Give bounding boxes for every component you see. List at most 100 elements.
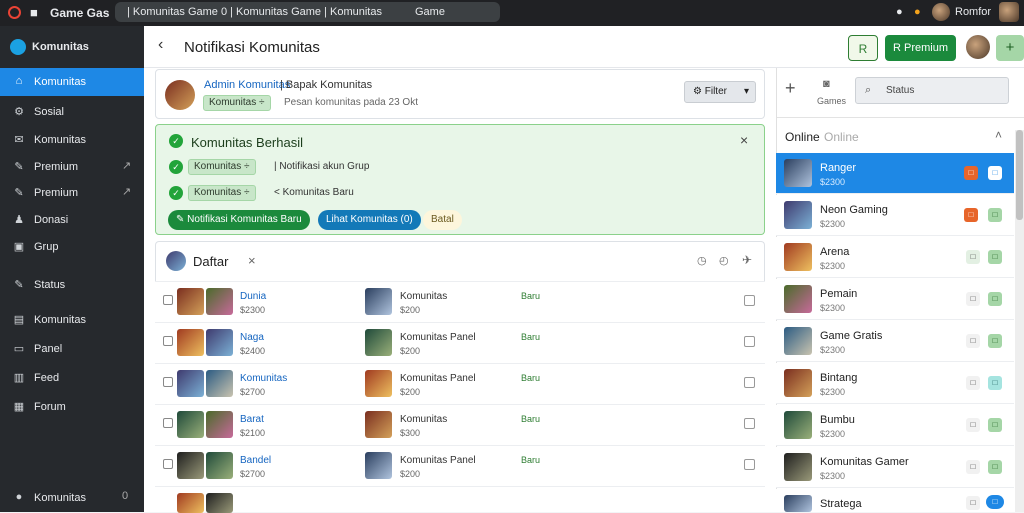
- profile-avatar[interactable]: [165, 80, 195, 110]
- profile-name[interactable]: Admin Komunitas: [204, 79, 290, 91]
- sidebar-item-grup[interactable]: ▣ Grup: [0, 233, 144, 261]
- close-icon[interactable]: ×: [248, 253, 256, 268]
- add-button[interactable]: +: [996, 35, 1024, 61]
- profile-tag[interactable]: Komunitas ÷: [203, 95, 271, 111]
- sidebar-item-status[interactable]: ✎ Status: [0, 271, 144, 299]
- player-sub: $2300: [820, 429, 846, 439]
- badge-light[interactable]: □: [966, 334, 980, 348]
- games-label[interactable]: Games: [817, 96, 846, 106]
- view-community-button[interactable]: Lihat Komunitas (0): [318, 210, 421, 230]
- player-name: Ranger: [820, 162, 857, 174]
- premium-button[interactable]: R Premium: [885, 35, 957, 61]
- pin-icon[interactable]: ✈: [742, 253, 752, 267]
- row-name[interactable]: Bandel: [240, 455, 271, 466]
- row-name[interactable]: Komunitas: [240, 373, 287, 384]
- badge-green[interactable]: □: [988, 460, 1002, 474]
- sidebar-header[interactable]: Komunitas: [10, 39, 89, 55]
- badge-light[interactable]: □: [966, 418, 980, 432]
- table-row[interactable]: Bandel $2700 Komunitas Panel $200 Baru: [155, 445, 765, 486]
- account-avatar[interactable]: [999, 2, 1019, 22]
- row-checkbox[interactable]: [163, 418, 173, 428]
- controller-icon[interactable]: ◙: [823, 78, 830, 90]
- search-input[interactable]: ⌕ Status: [855, 77, 1009, 104]
- badge-light[interactable]: □: [966, 250, 980, 264]
- badge-orange[interactable]: □: [964, 208, 978, 222]
- row-checkbox[interactable]: [163, 459, 173, 469]
- sidebar-item-feed[interactable]: ▥ Feed: [0, 364, 144, 392]
- table-row-partial[interactable]: [155, 486, 765, 513]
- player-item-partial[interactable]: Stratega □ □: [776, 489, 1014, 512]
- player-thumbnail: [365, 329, 392, 356]
- player-item[interactable]: Pemain $2300 □ □: [776, 279, 1014, 320]
- row-select-box[interactable]: [744, 295, 755, 306]
- cancel-button[interactable]: Batal: [423, 210, 462, 230]
- user-avatar[interactable]: [932, 3, 950, 21]
- badge-green[interactable]: □: [988, 292, 1002, 306]
- row-name[interactable]: Naga: [240, 332, 264, 343]
- player-item[interactable]: Komunitas Gamer $2300 □ □: [776, 447, 1014, 488]
- tab-online-2[interactable]: Online: [824, 130, 859, 144]
- sidebar-item-sosial[interactable]: ⚙ Sosial: [0, 98, 144, 126]
- badge-blue[interactable]: □: [986, 495, 1004, 509]
- back-arrow-icon[interactable]: ‹: [158, 36, 163, 54]
- filter-dropdown[interactable]: ⚙ Filter ▾: [684, 81, 756, 103]
- badge-light[interactable]: □: [966, 376, 980, 390]
- row-select-box[interactable]: [744, 377, 755, 388]
- bell-icon[interactable]: ●: [896, 6, 903, 18]
- sidebar-item-komunitas[interactable]: ⌂ Komunitas: [0, 68, 144, 96]
- badge-orange[interactable]: □: [964, 166, 978, 180]
- badge-light[interactable]: □: [966, 292, 980, 306]
- user-name[interactable]: Romfor: [955, 6, 991, 18]
- sidebar-item-premium[interactable]: ✎ Premium ↗: [0, 153, 144, 181]
- row-name[interactable]: Barat: [240, 414, 264, 425]
- sidebar-item-komunitas-3[interactable]: ▤ Komunitas: [0, 306, 144, 334]
- badge-light[interactable]: □: [966, 496, 980, 510]
- tab-online[interactable]: Online: [785, 130, 820, 144]
- badge-green[interactable]: □: [988, 334, 1002, 348]
- badge-light[interactable]: □: [966, 460, 980, 474]
- history-icon[interactable]: ◴: [719, 254, 729, 267]
- player-item[interactable]: Neon Gaming $2300 □ □: [776, 195, 1014, 236]
- player-item[interactable]: Game Gratis $2300 □ □: [776, 321, 1014, 362]
- sidebar-item-forum[interactable]: ▦ Forum: [0, 393, 144, 421]
- success-pill-2[interactable]: Komunitas ÷: [188, 185, 256, 201]
- sidebar-item-donasi[interactable]: ♟ Donasi: [0, 206, 144, 234]
- badge-teal[interactable]: □: [988, 376, 1002, 390]
- row-select-box[interactable]: [744, 459, 755, 470]
- scrollbar[interactable]: [1015, 130, 1024, 512]
- active-tab[interactable]: | Komunitas Game 0 | Komunitas Game | Ko…: [115, 2, 500, 22]
- sidebar-item-panel[interactable]: ▭ Panel: [0, 335, 144, 363]
- player-item[interactable]: Ranger $2300 □ □: [776, 153, 1014, 194]
- sidebar-item-premium-2[interactable]: ✎ Premium ↗: [0, 179, 144, 207]
- new-notification-button[interactable]: ✎ Notifikasi Komunitas Baru: [168, 210, 310, 230]
- add-icon[interactable]: +: [785, 78, 796, 99]
- sidebar-item-komunitas-2[interactable]: ✉ Komunitas: [0, 126, 144, 154]
- notification-icon[interactable]: ●: [914, 6, 921, 18]
- success-pill-1[interactable]: Komunitas ÷: [188, 159, 256, 175]
- sidebar-footer[interactable]: ● Komunitas 0: [0, 484, 144, 512]
- table-row[interactable]: Komunitas $2700 Komunitas Panel $200 Bar…: [155, 363, 765, 404]
- chevron-up-icon[interactable]: ˄: [995, 128, 1002, 142]
- close-icon[interactable]: ×: [740, 132, 748, 148]
- table-row[interactable]: Barat $2100 Komunitas $300 Baru: [155, 404, 765, 445]
- badge-white[interactable]: □: [988, 166, 1002, 180]
- row-checkbox[interactable]: [163, 336, 173, 346]
- clock-icon[interactable]: ◷: [697, 254, 707, 267]
- scrollbar-thumb[interactable]: [1016, 130, 1023, 220]
- badge-green[interactable]: □: [988, 208, 1002, 222]
- table-row[interactable]: Naga $2400 Komunitas Panel $200 Baru: [155, 322, 765, 363]
- badge-green[interactable]: □: [988, 250, 1002, 264]
- badge-green[interactable]: □: [988, 418, 1002, 432]
- row-checkbox[interactable]: [163, 295, 173, 305]
- player-item[interactable]: Arena $2300 □ □: [776, 237, 1014, 278]
- table-row[interactable]: Dunia $2300 Komunitas $200 Baru: [155, 281, 765, 322]
- row-select-box[interactable]: [744, 336, 755, 347]
- row-select-box[interactable]: [744, 418, 755, 429]
- row-name[interactable]: Dunia: [240, 291, 266, 302]
- edit-icon: ✎: [176, 214, 188, 225]
- player-item[interactable]: Bumbu $2300 □ □: [776, 405, 1014, 446]
- outline-button[interactable]: R: [848, 35, 878, 61]
- header-avatar[interactable]: [966, 35, 990, 59]
- player-item[interactable]: Bintang $2300 □ □: [776, 363, 1014, 404]
- row-checkbox[interactable]: [163, 377, 173, 387]
